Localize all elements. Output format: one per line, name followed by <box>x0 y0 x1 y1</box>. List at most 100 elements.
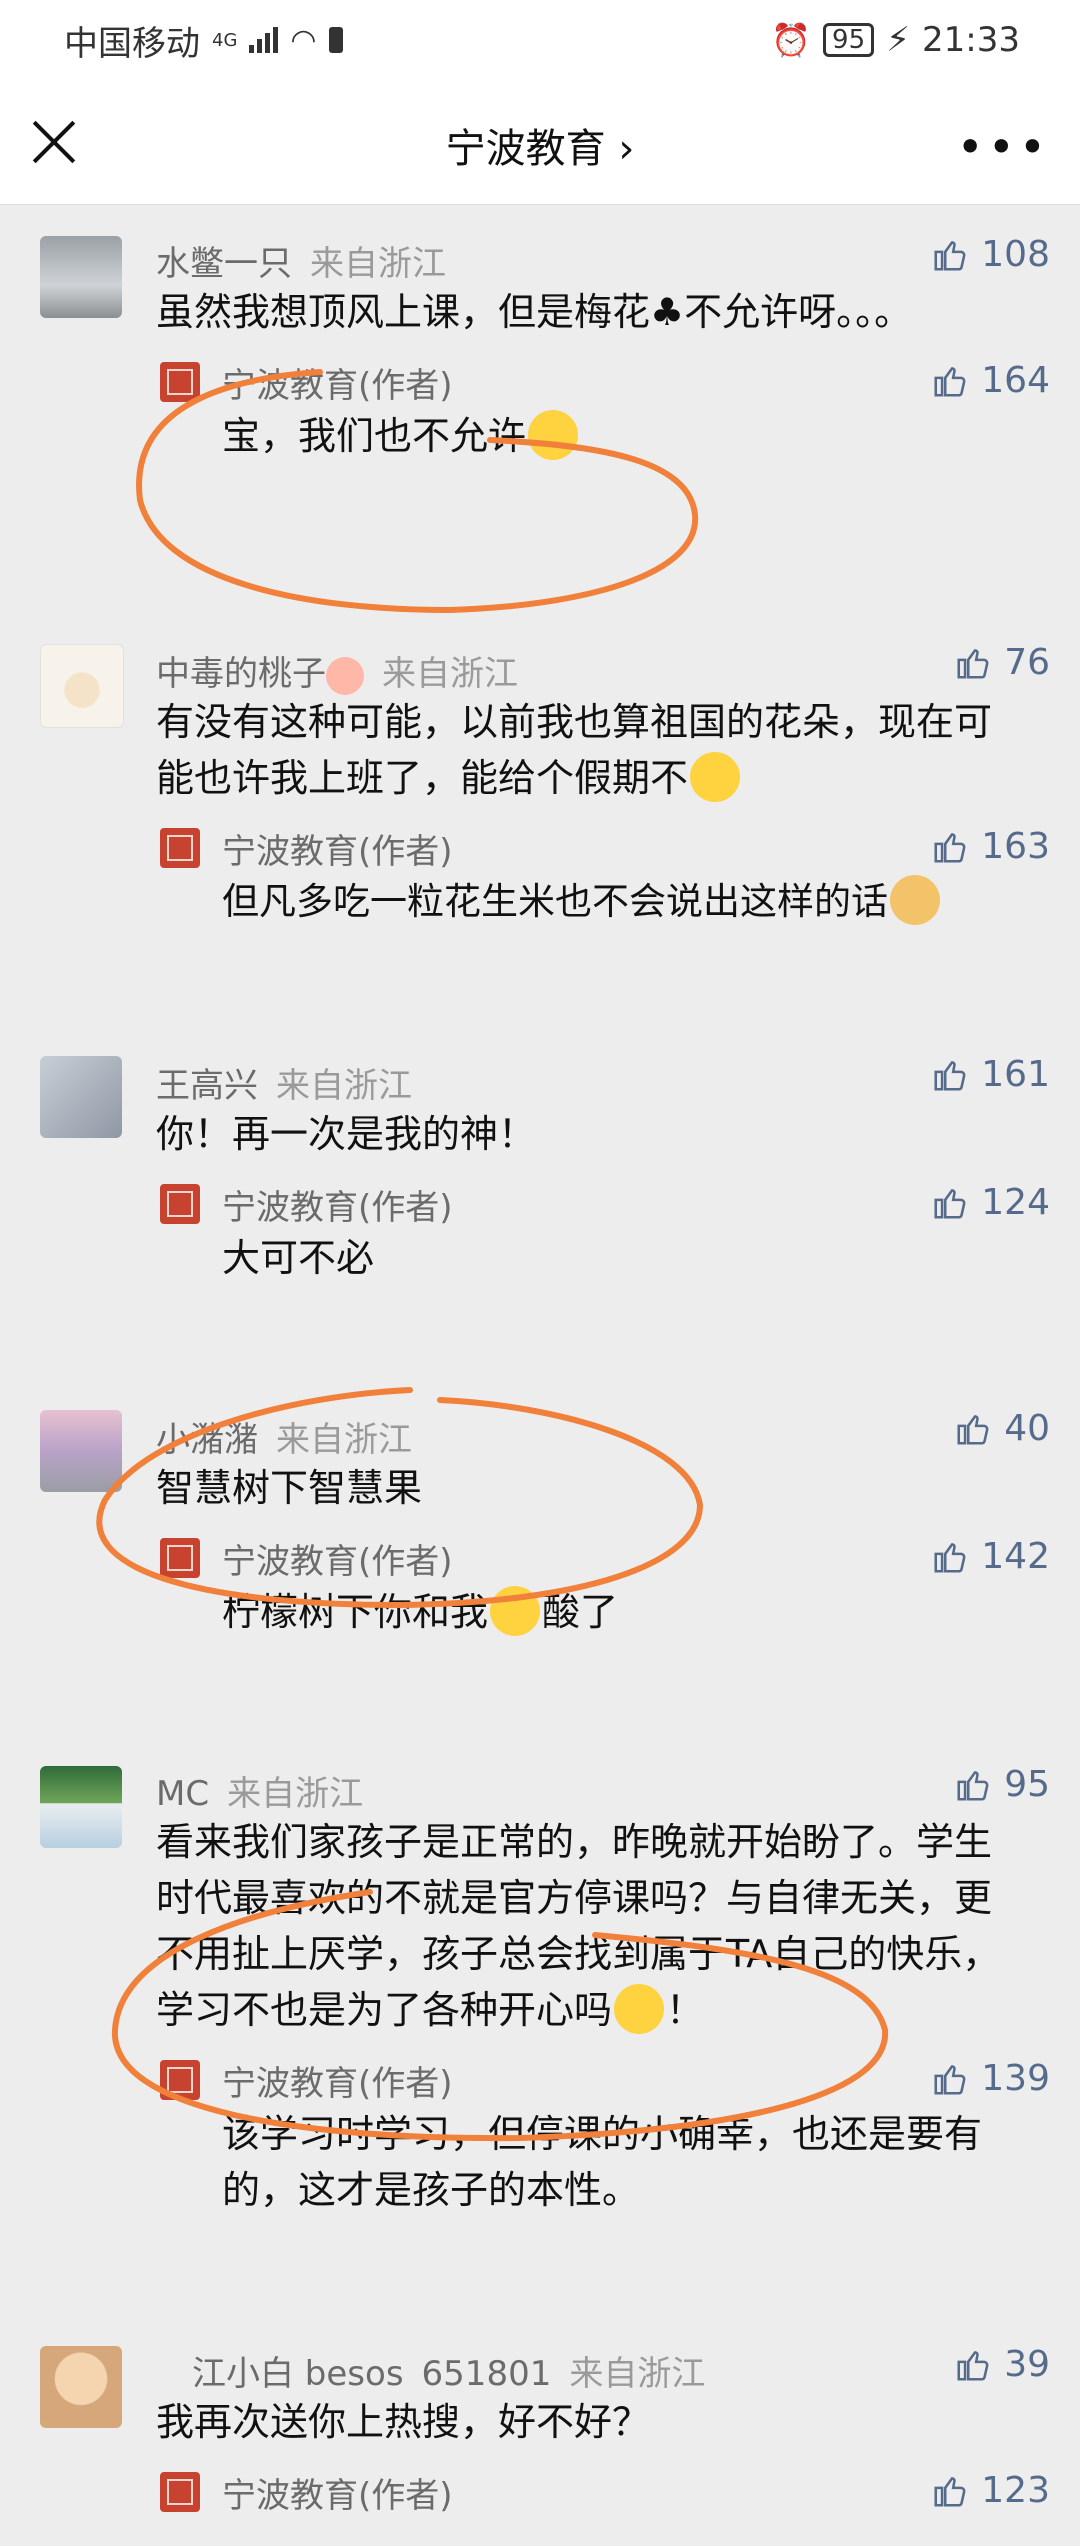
author-reply: 139 宁波教育(作者) 该学习时学习，但停课的小确幸，也还是要有的，这才是孩子… <box>0 2038 1080 2218</box>
thumb-up-icon <box>934 2064 966 2095</box>
thumb-up-icon <box>934 240 966 271</box>
like-button[interactable]: 76 <box>954 642 1050 683</box>
like-count: 164 <box>981 360 1050 401</box>
like-count: 76 <box>1004 642 1050 683</box>
comment-text: 智慧树下智慧果 <box>156 1466 423 1510</box>
reply-like-button[interactable]: 139 <box>931 2058 1050 2099</box>
smile-emoji-icon <box>490 1585 541 1636</box>
status-left: 中国移动 4G ◠ <box>64 16 343 65</box>
commenter-location: 来自浙江 <box>276 1420 412 1460</box>
network-type: 4G <box>212 29 238 51</box>
reply-like-button[interactable]: 164 <box>931 360 1050 401</box>
clock: 21:33 <box>922 20 1020 60</box>
author-seal-icon <box>160 828 200 868</box>
avatar[interactable] <box>40 2346 122 2428</box>
like-button[interactable]: 39 <box>954 2344 1050 2385</box>
like-count: 40 <box>1004 1408 1050 1449</box>
comment-text-content: 有没有这种可能，以前我也算祖国的花朵，现在可能也许我上班了，能给个假期不 <box>156 700 993 800</box>
battery-level: 95 <box>823 23 875 57</box>
commenter-name[interactable]: 江小白 besos <box>192 2346 404 2395</box>
comment-text: 你！再一次是我的神！ <box>156 1112 537 1156</box>
comment-text: 看来我们家孩子是正常的，昨晚就开始盼了。学生时代最喜欢的不就是官方停课吗？与自律… <box>156 1814 1020 2038</box>
peach-emoji-icon <box>326 656 364 695</box>
reply-text-part-1: 柠檬树下你和我 <box>222 1590 489 1634</box>
doge-emoji-icon <box>890 874 940 925</box>
comment-text-end: ！ <box>666 1988 705 2032</box>
avatar[interactable] <box>40 644 124 728</box>
page-title[interactable]: 宁波教育 › <box>0 116 1080 174</box>
commenter-id: 651801 <box>421 2354 552 2394</box>
thumb-up-icon <box>957 648 989 679</box>
like-count: 95 <box>1004 1764 1050 1805</box>
author-seal-icon <box>160 362 200 402</box>
like-button[interactable]: 95 <box>954 1764 1050 1805</box>
like-count: 108 <box>981 234 1050 275</box>
like-count: 39 <box>1004 2344 1050 2385</box>
comment-text: 我再次送你上热搜，好不好？ <box>156 2400 651 2444</box>
like-button[interactable]: 161 <box>931 1054 1050 1095</box>
crying-emoji-icon <box>690 751 741 802</box>
reply-like-button[interactable]: 163 <box>931 826 1050 867</box>
commenter-name[interactable]: MC <box>156 1774 209 1814</box>
thumb-up-icon <box>934 1188 966 1219</box>
avatar[interactable] <box>40 1056 122 1138</box>
author-seal-icon <box>160 1538 200 1578</box>
reply-text-content: 宝，我们也不允许 <box>222 414 527 458</box>
thumb-up-icon <box>957 1414 989 1445</box>
reply-text: 宝，我们也不允许 <box>222 408 1040 464</box>
reply-text: 但凡多吃一粒花生米也不会说出这样的话 <box>222 874 1060 930</box>
thumb-up-icon <box>934 366 966 397</box>
thumb-up-icon <box>957 1770 989 1801</box>
smile-emoji-icon <box>528 409 579 460</box>
thumb-up-icon <box>934 1060 966 1091</box>
commenter-name[interactable]: 小潴潴 <box>156 1412 258 1461</box>
commenter-name[interactable]: 水鳖一只 <box>156 236 292 285</box>
reply-like-button[interactable]: 124 <box>931 1182 1050 1223</box>
comment-list: 108 水鳖一只 来自浙江 虽然我想顶风上课，但是梅花♣不允许呀。。。 164 宁… <box>0 206 1080 2546</box>
like-button[interactable]: 108 <box>931 234 1050 275</box>
reply-like-button[interactable]: 123 <box>931 2470 1050 2511</box>
commenter-name[interactable]: 王高兴 <box>156 1058 258 1107</box>
author-reply: 164 宁波教育(作者) 宝，我们也不允许 <box>0 340 1080 464</box>
signal-icon <box>249 27 279 53</box>
top-nav: 宁波教育 › ••• <box>0 80 1080 205</box>
commenter-location: 来自浙江 <box>382 654 518 694</box>
status-bar: 中国移动 4G ◠ ⏰ 95 ⚡ 21:33 <box>0 0 1080 80</box>
reply-like-button[interactable]: 142 <box>931 1536 1050 1577</box>
author-reply: 124 宁波教育(作者) 大可不必 <box>0 1162 1080 1286</box>
commenter-location: 来自浙江 <box>569 2354 706 2394</box>
comment-item: 108 水鳖一只 来自浙江 虽然我想顶风上课，但是梅花♣不允许呀。。。 164 宁… <box>0 206 1080 616</box>
thumb-up-icon <box>957 2350 989 2381</box>
reply-text: 该学习时学习，但停课的小确幸，也还是要有的，这才是孩子的本性。 <box>222 2112 983 2212</box>
avatar[interactable] <box>40 236 122 318</box>
author-seal-icon <box>160 2472 200 2512</box>
comment-item: 39 江小白 besos 651801 来自浙江 我再次送你上热搜，好不好？ 123… <box>0 2316 1080 2546</box>
comment-text: 有没有这种可能，以前我也算祖国的花朵，现在可能也许我上班了，能给个假期不 <box>156 694 1020 806</box>
thumb-up-icon <box>934 832 966 863</box>
thinking-emoji-icon <box>614 1983 665 2034</box>
comment-item: 76 中毒的桃子 来自浙江 有没有这种可能，以前我也算祖国的花朵，现在可能也许我上… <box>0 616 1080 1028</box>
charging-icon: ⚡ <box>886 20 911 60</box>
comment-item: 40 小潴潴 来自浙江 智慧树下智慧果 142 宁波教育(作者) 柠檬树下你和我酸… <box>0 1382 1080 1736</box>
author-reply: 163 宁波教育(作者) 但凡多吃一粒花生米也不会说出这样的话 <box>0 806 1080 930</box>
like-count: 139 <box>981 2058 1050 2099</box>
more-icon[interactable]: ••• <box>957 120 1050 174</box>
comment-item: 95 MC 来自浙江 看来我们家孩子是正常的，昨晚就开始盼了。学生时代最喜欢的不就… <box>0 1736 1080 2316</box>
avatar[interactable] <box>40 1766 122 1848</box>
wifi-icon: ◠ <box>290 22 317 58</box>
commenter-name[interactable]: 中毒的桃子 <box>156 646 364 695</box>
alarm-icon: ⏰ <box>771 21 812 59</box>
reply-text-part-2: 酸了 <box>542 1590 619 1634</box>
avatar[interactable] <box>40 1410 122 1492</box>
author-seal-icon <box>160 2060 200 2100</box>
reply-text: 柠檬树下你和我 酸了 <box>222 1584 1040 1640</box>
like-button[interactable]: 40 <box>954 1408 1050 1449</box>
comment-text-content: 看来我们家孩子是正常的，昨晚就开始盼了。学生时代最喜欢的不就是官方停课吗？与自律… <box>156 1820 1001 2032</box>
commenter-location: 来自浙江 <box>227 1774 364 1814</box>
commenter-name-text: 中毒的桃子 <box>156 654 326 694</box>
like-count: 142 <box>981 1536 1050 1577</box>
author-seal-icon <box>160 1184 200 1224</box>
reply-text-content: 但凡多吃一粒花生米也不会说出这样的话 <box>222 880 888 923</box>
commenter-location: 来自浙江 <box>276 1066 412 1106</box>
status-right: ⏰ 95 ⚡ 21:33 <box>771 20 1020 60</box>
